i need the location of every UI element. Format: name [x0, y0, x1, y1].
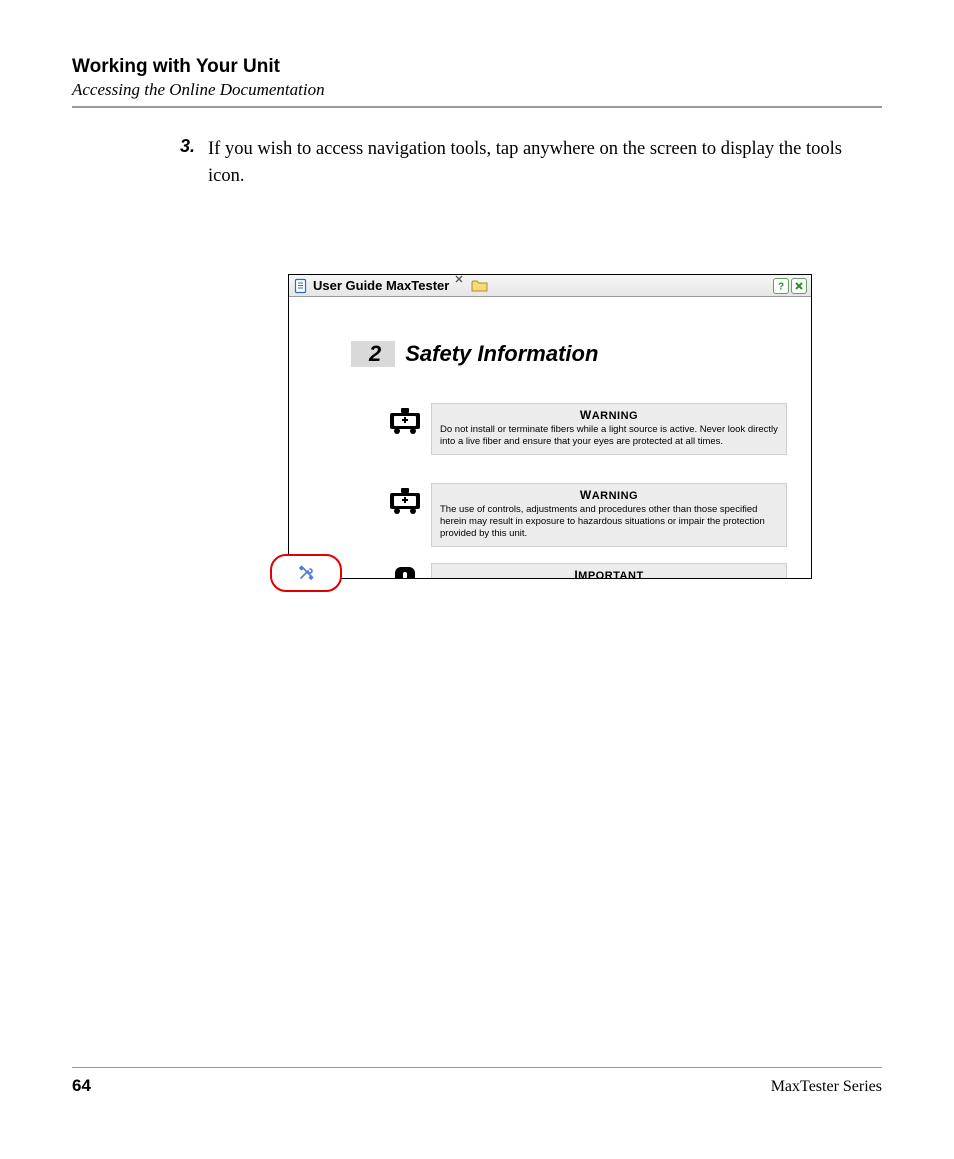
ambulance-icon [387, 483, 423, 547]
step-number: 3. [180, 136, 208, 157]
window-titlebar: User Guide MaxTester ? [289, 275, 811, 297]
series-label: MaxTester Series [771, 1078, 882, 1096]
box-heading-rest: MPORTANT [578, 570, 644, 578]
tools-icon-callout [270, 554, 342, 592]
warning-row: WARNING Do not install or terminate fibe… [387, 403, 787, 455]
chapter-title: Safety Information [405, 341, 598, 367]
box-heading-first: W [580, 488, 592, 502]
box-body: Do not install or terminate fibers while… [440, 424, 778, 448]
box-heading-first: W [580, 408, 592, 422]
section-subtitle: Accessing the Online Documentation [72, 80, 882, 100]
embedded-screenshot: User Guide MaxTester ? [288, 274, 812, 579]
close-button[interactable] [791, 278, 807, 294]
ambulance-icon [387, 403, 423, 455]
folder-icon[interactable] [471, 279, 489, 293]
help-button[interactable]: ? [773, 278, 789, 294]
header-rule [72, 106, 882, 108]
box-heading-rest: ARNING [592, 490, 638, 502]
warning-box: WARNING Do not install or terminate fibe… [431, 403, 787, 455]
tab-close-icon[interactable] [455, 275, 465, 285]
tools-icon[interactable] [296, 563, 316, 583]
chapter-number: 2 [351, 341, 395, 367]
warning-row: WARNING The use of controls, adjustments… [387, 483, 787, 547]
window-title: User Guide MaxTester [313, 278, 449, 293]
box-body: The use of controls, adjustments and pro… [440, 504, 778, 540]
step-text: If you wish to access navigation tools, … [208, 136, 882, 190]
document-icon [293, 278, 309, 294]
document-viewer[interactable]: 2 Safety Information [289, 297, 811, 578]
page-number: 64 [72, 1076, 91, 1096]
warning-box: WARNING The use of controls, adjustments… [431, 483, 787, 547]
important-box: IMPORTANT When you see the following sym… [431, 563, 787, 578]
footer-rule [72, 1067, 882, 1069]
section-title: Working with Your Unit [72, 56, 882, 78]
box-heading-rest: ARNING [592, 410, 638, 422]
svg-text:?: ? [778, 281, 784, 291]
important-row: IMPORTANT When you see the following sym… [387, 563, 787, 578]
exclamation-icon [387, 563, 423, 578]
step-row: 3. If you wish to access navigation tool… [180, 136, 882, 190]
